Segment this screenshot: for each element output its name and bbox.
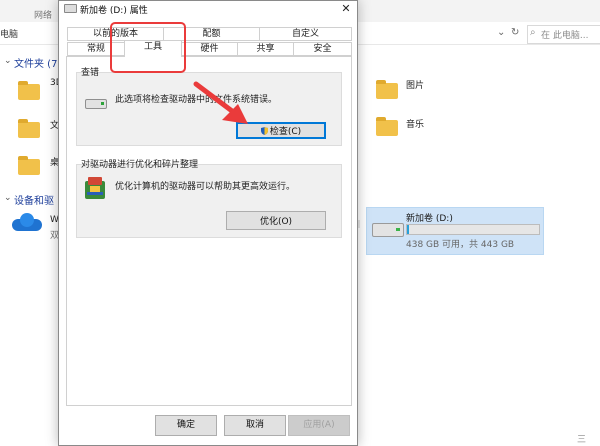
refresh-icon[interactable]: ↻ [511,27,519,38]
close-icon[interactable]: ✕ [337,1,355,17]
network-label[interactable]: 网络 [34,8,52,21]
defrag-icon [85,177,105,199]
devices-section-header[interactable]: 设备和驱 [14,192,54,207]
tab-hardware[interactable]: 硬件 [181,42,238,56]
drive-capacity: 438 GB 可用，共 443 GB [406,240,515,250]
folders-section-header[interactable]: 文件夹 (7) [14,55,61,70]
dialog-titlebar[interactable]: 新加卷 (D:) 属性 ✕ [59,1,357,17]
red-arrow-icon [193,81,248,124]
dialog-title: 新加卷 (D:) 属性 [80,6,148,16]
section-collapse-icon[interactable]: ⌄ [4,193,12,203]
drive-name: 新加卷 (D:) [406,214,453,224]
uac-shield-icon [260,127,268,135]
cancel-button[interactable]: 取消 [224,415,286,436]
tools-tab-highlight [110,22,186,73]
apply-button[interactable]: 应用(A) [288,415,350,436]
properties-dialog: 新加卷 (D:) 属性 ✕ 以前的版本 配额 自定义 常规 工具 硬件 共享 安… [58,0,358,446]
tab-sharing[interactable]: 共享 [237,42,294,56]
search-icon: ⌕ [530,27,536,38]
search-input[interactable]: 在 此电脑... [541,28,588,41]
error-checking-title: 查错 [81,68,100,78]
tab-security[interactable]: 安全 [293,42,352,56]
drive-usage-bar [406,224,540,235]
hard-drive-icon [372,223,404,237]
folder-desktop-icon[interactable] [18,156,40,175]
optimize-button[interactable]: 优化(O) [226,211,326,230]
dropdown-chevron-icon[interactable]: ⌄ [497,27,505,38]
view-toggle-icon[interactable]: 三 [577,432,586,445]
section-collapse-icon[interactable]: ⌄ [4,56,12,66]
tab-customize[interactable]: 自定义 [259,27,352,41]
address-text[interactable]: 电脑 [0,27,18,40]
folder-documents-icon[interactable] [18,119,40,138]
onedrive-cloud-icon[interactable] [12,213,42,231]
hard-drive-icon [85,99,107,109]
ok-button[interactable]: 确定 [155,415,217,436]
drive-icon [64,4,77,13]
drive-usage-fill [407,225,409,234]
optimize-title: 对驱动器进行优化和碎片整理 [81,160,199,170]
folder-pictures-icon[interactable] [376,80,398,99]
folder-music-icon[interactable] [376,117,398,136]
optimize-description: 优化计算机的驱动器可以帮助其更高效运行。 [115,182,296,192]
check-button-label: 检查(C) [269,127,302,137]
folder-label[interactable]: 图片 [406,78,424,91]
folder-3d-objects-icon[interactable] [18,81,40,100]
folder-label[interactable]: 音乐 [406,117,424,130]
